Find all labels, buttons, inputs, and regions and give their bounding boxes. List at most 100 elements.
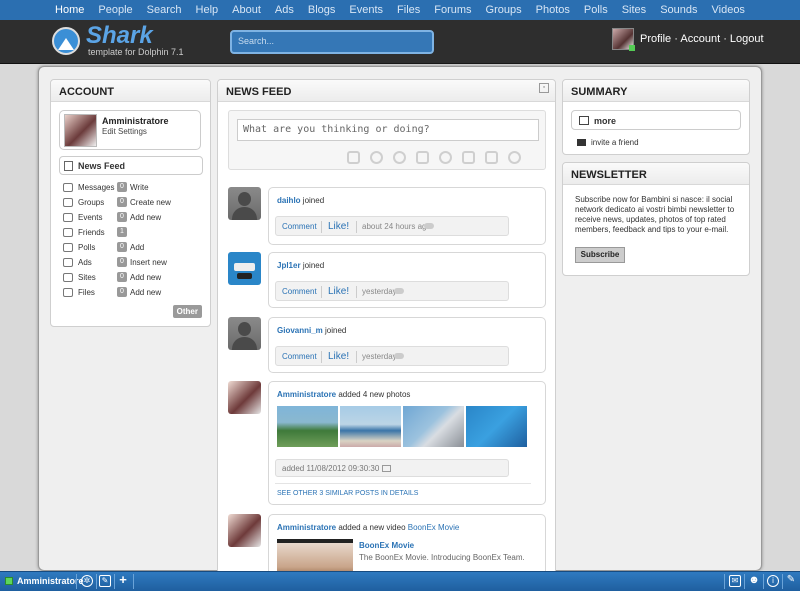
nav-forums[interactable]: Forums (427, 4, 478, 16)
search-input[interactable]: Search... (230, 30, 434, 54)
menu-label[interactable]: Files (78, 288, 95, 297)
comment-link[interactable]: Comment (282, 287, 317, 296)
toolbar-user-name[interactable]: Amministratore (17, 576, 84, 586)
menu-label[interactable]: Friends (78, 228, 105, 237)
nav-events[interactable]: Events (342, 4, 390, 16)
video-icon[interactable] (393, 151, 406, 164)
menu-label[interactable]: Messages (78, 183, 114, 192)
menu-item-events[interactable]: Events 0 Add new (63, 211, 203, 225)
comment-link[interactable]: Comment (282, 222, 317, 231)
menu-label[interactable]: Polls (78, 243, 95, 252)
ads-icon (63, 258, 73, 267)
menu-item-ads[interactable]: Ads 0 Insert new (63, 256, 203, 270)
menu-item-groups[interactable]: Groups 0 Create new (63, 196, 203, 210)
nav-sounds[interactable]: Sounds (653, 4, 704, 16)
nav-videos[interactable]: Videos (705, 4, 752, 16)
logout-link[interactable]: Logout (730, 33, 764, 45)
document-icon[interactable] (485, 151, 498, 164)
menu-label[interactable]: Ads (78, 258, 92, 267)
wrench-icon[interactable]: ✎ (785, 575, 797, 587)
nav-ads[interactable]: Ads (268, 4, 301, 16)
menu-item-sites[interactable]: Sites 0 Add new (63, 271, 203, 285)
nav-sites[interactable]: Sites (615, 4, 653, 16)
menu-item-polls[interactable]: Polls 0 Add (63, 241, 203, 255)
edit-icon[interactable]: ✎ (99, 575, 111, 587)
message-icon (63, 183, 73, 192)
nav-polls[interactable]: Polls (577, 4, 615, 16)
avatar[interactable] (228, 317, 261, 350)
menu-label[interactable]: Sites (78, 273, 96, 282)
post-user-link[interactable]: Giovanni_m (277, 326, 323, 335)
site-logo[interactable]: Shark (86, 22, 153, 50)
menu-action[interactable]: Add new (130, 273, 161, 282)
photo-thumbnail[interactable] (340, 406, 401, 447)
menu-action[interactable]: Add (130, 243, 144, 252)
menu-action[interactable]: Add new (130, 213, 161, 222)
header-avatar[interactable] (612, 28, 635, 51)
video-thumbnail[interactable] (277, 539, 353, 573)
nav-search[interactable]: Search (140, 4, 189, 16)
post-date: added 11/08/2012 09:30:30 (282, 464, 380, 473)
nav-photos[interactable]: Photos (529, 4, 577, 16)
more-button[interactable]: more (571, 110, 741, 130)
post-user-link[interactable]: daihlo (277, 196, 301, 205)
plus-icon[interactable]: + (117, 573, 129, 587)
newsfeed-button[interactable]: News Feed (59, 156, 203, 175)
video-title-link[interactable]: BoonEx Movie (359, 541, 414, 550)
video-link[interactable]: BoonEx Movie (408, 523, 460, 532)
music-icon[interactable] (370, 151, 383, 164)
camera-icon[interactable] (347, 151, 360, 164)
comment-link[interactable]: Comment (282, 352, 317, 361)
nav-about[interactable]: About (225, 4, 268, 16)
user-icon[interactable]: ☻ (748, 575, 760, 587)
menu-item-friends[interactable]: Friends 1 (63, 226, 203, 240)
shark-logo-icon[interactable] (52, 27, 80, 55)
account-user-name[interactable]: Amministratore (102, 116, 169, 126)
photo-thumbnail[interactable] (403, 406, 464, 447)
menu-action[interactable]: Write (130, 183, 149, 192)
menu-label[interactable]: Groups (78, 198, 104, 207)
menu-item-messages[interactable]: Messages 0 Write (63, 181, 203, 195)
photo-thumbnail[interactable] (466, 406, 527, 447)
like-button[interactable]: Like! (328, 286, 349, 297)
nav-people[interactable]: People (91, 4, 139, 16)
link-icon[interactable] (508, 151, 521, 164)
post-user-link[interactable]: Jpl1er (277, 261, 301, 270)
nav-home[interactable]: Home (48, 4, 91, 16)
avatar[interactable] (228, 514, 261, 547)
subscribe-button[interactable]: Subscribe (575, 247, 625, 263)
post-user-link[interactable]: Amministratore (277, 523, 336, 532)
post-user-link[interactable]: Amministratore (277, 390, 336, 399)
edit-settings-link[interactable]: Edit Settings (102, 127, 147, 136)
status-input[interactable]: What are you thinking or doing? (237, 119, 539, 141)
menu-action[interactable]: Create new (130, 198, 171, 207)
account-title: ACCOUNT (51, 80, 210, 102)
invite-friend-link[interactable]: invite a friend (577, 138, 639, 147)
avatar[interactable] (228, 381, 261, 414)
other-button[interactable]: Other (172, 305, 202, 318)
nav-groups[interactable]: Groups (479, 4, 529, 16)
like-button[interactable]: Like! (328, 351, 349, 362)
menu-action[interactable]: Add new (130, 288, 161, 297)
avatar[interactable] (228, 187, 261, 220)
calendar-icon[interactable] (416, 151, 429, 164)
nav-help[interactable]: Help (189, 4, 226, 16)
menu-item-files[interactable]: Files 0 Add new (63, 286, 203, 300)
menu-label[interactable]: Events (78, 213, 102, 222)
mail-icon[interactable]: ✉ (729, 575, 741, 587)
globe-icon[interactable] (439, 151, 452, 164)
gear-icon[interactable]: ✲ (81, 575, 93, 587)
avatar[interactable] (228, 252, 261, 285)
info-icon[interactable]: i (767, 575, 779, 587)
avatar[interactable] (64, 114, 97, 147)
chart-icon[interactable] (462, 151, 475, 164)
similar-posts-link[interactable]: SEE OTHER 3 SIMILAR POSTS IN DETAILS (277, 490, 418, 497)
menu-action[interactable]: Insert new (130, 258, 167, 267)
like-button[interactable]: Like! (328, 221, 349, 232)
nav-files[interactable]: Files (390, 4, 427, 16)
nav-blogs[interactable]: Blogs (301, 4, 343, 16)
account-link[interactable]: Account (680, 33, 720, 45)
toggle-icon[interactable]: ▫ (539, 83, 549, 93)
profile-link[interactable]: Profile (640, 33, 671, 45)
photo-thumbnail[interactable] (277, 406, 338, 447)
